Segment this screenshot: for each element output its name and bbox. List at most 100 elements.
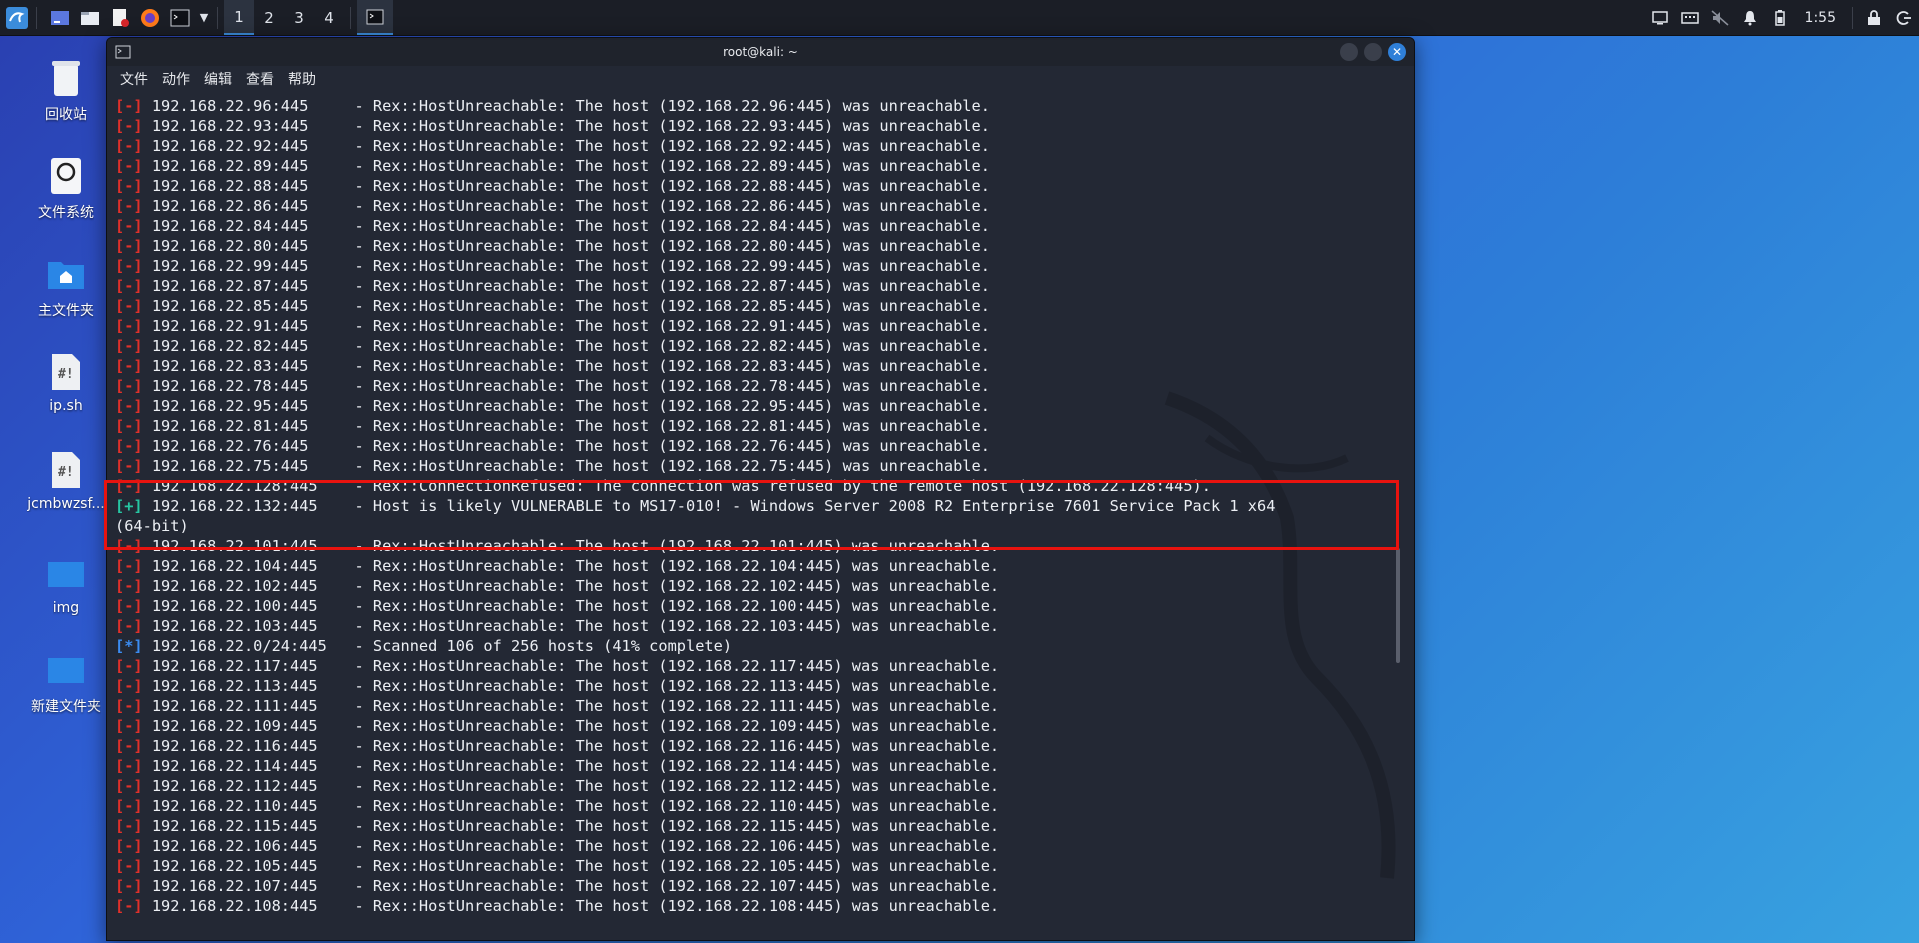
- logout-icon[interactable]: [1889, 0, 1919, 35]
- terminal-line-text: 192.168.22.110:445 - Rex::HostUnreachabl…: [142, 797, 1000, 815]
- battery-icon[interactable]: [1765, 0, 1795, 35]
- status-tag: [-]: [115, 817, 143, 835]
- terminal-line-text: 192.168.22.81:445 - Rex::HostUnreachable…: [142, 417, 990, 435]
- terminal-line-text: 192.168.22.106:445 - Rex::HostUnreachabl…: [142, 837, 1000, 855]
- file-manager-icon[interactable]: [77, 5, 103, 31]
- show-desktop-icon[interactable]: [47, 5, 73, 31]
- taskbar-terminal-window[interactable]: [357, 0, 393, 35]
- terminal-line: [-] 192.168.22.111:445 - Rex::HostUnreac…: [115, 696, 1393, 716]
- maximize-button[interactable]: [1364, 43, 1382, 61]
- desktop-icon-home[interactable]: 主文件夹: [16, 252, 116, 320]
- terminal-line: [-] 192.168.22.88:445 - Rex::HostUnreach…: [115, 176, 1393, 196]
- status-tag: [-]: [115, 257, 143, 275]
- desktop-icon-new-folder[interactable]: 新建文件夹: [16, 648, 116, 716]
- terminal-line-text: 192.168.22.80:445 - Rex::HostUnreachable…: [142, 237, 990, 255]
- status-tag: [-]: [115, 237, 143, 255]
- desktop-icon-ip-sh[interactable]: #! ip.sh: [16, 350, 116, 414]
- terminal-line-text: 192.168.22.112:445 - Rex::HostUnreachabl…: [142, 777, 1000, 795]
- desktop-icon-jcmbwzsf[interactable]: #! jcmbwzsf...: [16, 448, 116, 512]
- desktop-icon-label: 新建文件夹: [31, 699, 101, 715]
- terminal-line: [-] 192.168.22.75:445 - Rex::HostUnreach…: [115, 456, 1393, 476]
- terminal-line: [-] 192.168.22.106:445 - Rex::HostUnreac…: [115, 836, 1393, 856]
- desktop-icon-img[interactable]: img: [16, 552, 116, 616]
- terminal-line-text: 192.168.22.0/24:445 - Scanned 106 of 256…: [142, 637, 733, 655]
- terminal-line: [-] 192.168.22.81:445 - Rex::HostUnreach…: [115, 416, 1393, 436]
- status-tag: [-]: [115, 297, 143, 315]
- status-tag: [-]: [115, 137, 143, 155]
- terminal-line: [-] 192.168.22.107:445 - Rex::HostUnreac…: [115, 876, 1393, 896]
- folder-icon: [46, 648, 86, 692]
- menu-view[interactable]: 查看: [239, 69, 281, 89]
- firefox-icon[interactable]: [137, 5, 163, 31]
- status-tag: [-]: [115, 177, 143, 195]
- desktop-icon-label: 回收站: [45, 107, 87, 123]
- status-tag: [-]: [115, 577, 143, 595]
- terminal-line-text: 192.168.22.100:445 - Rex::HostUnreachabl…: [142, 597, 1000, 615]
- close-button[interactable]: ✕: [1388, 43, 1406, 61]
- terminal-icon: [366, 9, 384, 24]
- status-tag: [-]: [115, 677, 143, 695]
- terminal-line: [-] 192.168.22.112:445 - Rex::HostUnreac…: [115, 776, 1393, 796]
- terminal-line: [-] 192.168.22.104:445 - Rex::HostUnreac…: [115, 556, 1393, 576]
- terminal-line-text: 192.168.22.78:445 - Rex::HostUnreachable…: [142, 377, 990, 395]
- terminal-line-text: 192.168.22.88:445 - Rex::HostUnreachable…: [142, 177, 990, 195]
- vulnerable-host-highlight-box: [104, 480, 1399, 550]
- window-titlebar[interactable]: root@kali: ~ ✕: [107, 38, 1414, 66]
- workspace-1[interactable]: 1: [224, 0, 254, 35]
- menu-file[interactable]: 文件: [113, 69, 155, 89]
- terminal-line: [-] 192.168.22.82:445 - Rex::HostUnreach…: [115, 336, 1393, 356]
- volume-muted-icon[interactable]: [1705, 0, 1735, 35]
- terminal-line: [-] 192.168.22.83:445 - Rex::HostUnreach…: [115, 356, 1393, 376]
- svg-text:#!: #!: [58, 367, 74, 382]
- keyboard-icon[interactable]: [1675, 0, 1705, 35]
- close-icon: ✕: [1391, 45, 1403, 59]
- menu-help[interactable]: 帮助: [281, 69, 323, 89]
- terminal-line: [-] 192.168.22.102:445 - Rex::HostUnreac…: [115, 576, 1393, 596]
- script-icon: #!: [46, 448, 86, 492]
- terminal-line: [-] 192.168.22.91:445 - Rex::HostUnreach…: [115, 316, 1393, 336]
- terminal-launcher-icon[interactable]: [167, 5, 193, 31]
- kali-menu-icon[interactable]: [4, 5, 30, 31]
- clock[interactable]: 1:55: [1795, 10, 1846, 26]
- terminal-line-text: 192.168.22.91:445 - Rex::HostUnreachable…: [142, 317, 990, 335]
- terminal-line: [-] 192.168.22.87:445 - Rex::HostUnreach…: [115, 276, 1393, 296]
- notifications-bell-icon[interactable]: [1735, 0, 1765, 35]
- status-tag: [-]: [115, 377, 143, 395]
- terminal-line-text: 192.168.22.75:445 - Rex::HostUnreachable…: [142, 457, 990, 475]
- workspace-2[interactable]: 2: [254, 0, 284, 35]
- status-tag: [-]: [115, 157, 143, 175]
- folder-icon: [46, 552, 86, 596]
- window-title: root@kali: ~: [723, 45, 798, 59]
- workspace-4[interactable]: 4: [314, 0, 344, 35]
- menu-edit[interactable]: 编辑: [197, 69, 239, 89]
- text-editor-icon[interactable]: [107, 5, 133, 31]
- desktop-icon-trash[interactable]: 回收站: [16, 56, 116, 124]
- desktop-icon-label: ip.sh: [49, 398, 83, 414]
- terminal-line-text: 192.168.22.103:445 - Rex::HostUnreachabl…: [142, 617, 1000, 635]
- terminal-line: [-] 192.168.22.103:445 - Rex::HostUnreac…: [115, 616, 1393, 636]
- desktop-icon-filesystem[interactable]: 文件系统: [16, 154, 116, 222]
- status-tag: [-]: [115, 837, 143, 855]
- workspace-3[interactable]: 3: [284, 0, 314, 35]
- status-tag: [-]: [115, 877, 143, 895]
- status-tag: [-]: [115, 757, 143, 775]
- taskbar-separator: [1852, 6, 1853, 29]
- chevron-down-icon[interactable]: ▼: [197, 5, 211, 31]
- svg-text:#!: #!: [58, 465, 74, 480]
- terminal-line: [-] 192.168.22.84:445 - Rex::HostUnreach…: [115, 216, 1393, 236]
- terminal-line-text: 192.168.22.114:445 - Rex::HostUnreachabl…: [142, 757, 1000, 775]
- terminal-line: [-] 192.168.22.92:445 - Rex::HostUnreach…: [115, 136, 1393, 156]
- minimize-button[interactable]: [1340, 43, 1358, 61]
- display-icon[interactable]: [1645, 0, 1675, 35]
- terminal-scrollbar[interactable]: [1396, 548, 1400, 663]
- status-tag: [-]: [115, 397, 143, 415]
- menu-actions[interactable]: 动作: [155, 69, 197, 89]
- status-tag: [-]: [115, 417, 143, 435]
- lock-icon[interactable]: [1859, 0, 1889, 35]
- status-tag: [-]: [115, 437, 143, 455]
- terminal-line: [-] 192.168.22.109:445 - Rex::HostUnreac…: [115, 716, 1393, 736]
- drive-icon: [46, 154, 86, 198]
- status-tag: [-]: [115, 97, 143, 115]
- script-icon: #!: [46, 350, 86, 394]
- terminal-line-text: 192.168.22.108:445 - Rex::HostUnreachabl…: [142, 897, 1000, 915]
